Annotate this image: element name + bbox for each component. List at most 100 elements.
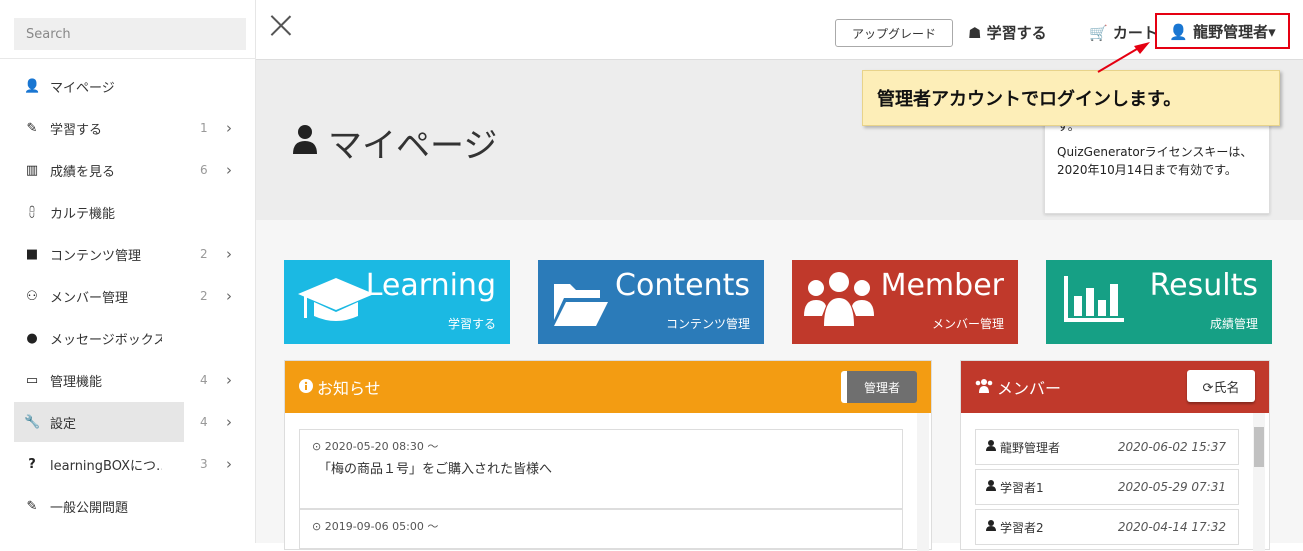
user-menu-button[interactable]: 👤 龍野管理者▾: [1155, 13, 1290, 49]
divider: [0, 58, 256, 59]
member-name: 学習者1: [1000, 480, 1044, 495]
tile-title: Contents: [615, 268, 750, 303]
user-icon: [986, 440, 996, 454]
sidebar-item-label: メッセージボックス: [50, 332, 162, 348]
bar-chart-icon: [1064, 276, 1124, 322]
nav-learn-link[interactable]: ☗ 学習する: [968, 22, 1047, 43]
notice-date: ⊙ 2020-05-20 08:30 ～: [312, 440, 439, 453]
sidebar-item-label: メンバー管理: [50, 290, 129, 306]
user-icon: [292, 124, 318, 161]
wrench-icon: 🔧: [24, 414, 41, 430]
member-name: 学習者2: [1000, 520, 1044, 535]
close-icon[interactable]: [270, 14, 292, 36]
member-last-login: 2020-06-02 15:37: [1117, 440, 1226, 454]
item-count: 3: [200, 457, 208, 471]
item-count: 4: [200, 373, 208, 387]
sidebar-item-mypage[interactable]: 👤 マイページ: [14, 66, 256, 106]
page-title-text: マイページ: [328, 126, 498, 166]
notice-date: ⊙ 2019-09-06 05:00 ～: [312, 520, 439, 533]
sidebar-item-label: 学習する: [50, 122, 103, 138]
sidebar-item-label: 管理機能: [50, 374, 103, 390]
question-icon: ?: [28, 456, 36, 472]
bar-chart-icon: ▥: [25, 162, 39, 178]
notice-scrollbar[interactable]: [917, 413, 929, 551]
chevron-right-icon: ›: [226, 245, 232, 263]
sidebar-item-karte[interactable]: ⩉ カルテ機能: [14, 192, 256, 232]
tile-title: Learning: [365, 268, 496, 303]
notice-title: 「梅の商品１号」をご購入された皆様へ: [318, 462, 553, 477]
sidebar-item-public[interactable]: ✎ 一般公開問題: [14, 486, 256, 526]
members-panel: メンバー ⟳氏名 龍野管理者 2020-06-02 15:37 学習者1 202…: [960, 360, 1270, 551]
annotation-callout: 管理者アカウントでログインします。: [862, 70, 1280, 126]
chevron-right-icon: ›: [226, 161, 232, 179]
callout-arrow: [1097, 42, 1150, 73]
pencil-icon: ✎: [26, 498, 38, 514]
sidebar-item-messages[interactable]: ● メッセージボックス: [14, 318, 256, 358]
tile-subtitle: 学習する: [447, 317, 496, 331]
chevron-right-icon: ›: [226, 371, 232, 389]
chevron-right-icon: ›: [226, 413, 232, 431]
admin-filter-toggle[interactable]: 管理者: [841, 371, 917, 403]
notice-item[interactable]: ⊙ 2020-05-20 08:30 ～ 「梅の商品１号」をご購入された皆様へ: [299, 429, 903, 509]
notice-panel-header: お知らせ 管理者: [285, 361, 931, 413]
members-panel-header: メンバー ⟳氏名: [961, 361, 1269, 413]
notice-panel-title: お知らせ: [317, 379, 381, 398]
tile-member[interactable]: Member メンバー管理: [792, 260, 1018, 344]
sidebar-item-results[interactable]: ▥ 成績を見る 6 ›: [14, 150, 256, 190]
upgrade-button[interactable]: アップグレード: [835, 19, 953, 47]
members-panel-title: メンバー: [997, 379, 1062, 398]
pencil-icon: ✎: [26, 120, 38, 136]
users-icon: [804, 272, 874, 326]
graduation-cap-icon: [298, 278, 374, 321]
sort-by-name-button[interactable]: ⟳氏名: [1187, 370, 1255, 402]
member-last-login: 2020-04-14 17:32: [1117, 520, 1226, 534]
desktop-icon: ▭: [25, 372, 39, 388]
tile-contents[interactable]: Contents コンテンツ管理: [538, 260, 764, 344]
sidebar-item-settings[interactable]: 🔧 設定 4 ›: [14, 402, 232, 442]
sidebar-item-members[interactable]: ⚇ メンバー管理 2 ›: [14, 276, 256, 316]
sidebar-item-contents[interactable]: ■ コンテンツ管理 2 ›: [14, 234, 256, 274]
sitemap-icon: ⩉: [29, 204, 35, 220]
tile-title: Results: [1149, 268, 1258, 303]
tile-learning[interactable]: Learning 学習する: [284, 260, 510, 344]
sidebar-item-label: コンテンツ管理: [50, 248, 142, 264]
user-icon: 👤: [24, 78, 41, 94]
tile-results[interactable]: Results 成績管理: [1046, 260, 1272, 344]
members-scrollbar[interactable]: [1253, 413, 1265, 551]
item-count: 2: [200, 247, 208, 261]
license-info: す。 QuizGeneratorライセンスキーは、2020年10月14日まで有効…: [1044, 112, 1270, 214]
tile-subtitle: コンテンツ管理: [665, 317, 750, 331]
users-icon: ⚇: [26, 288, 38, 304]
item-count: 6: [200, 163, 208, 177]
folder-open-icon: [554, 284, 608, 326]
main-content: Learning 学習する Contents コンテンツ管理 Member メン…: [256, 220, 1303, 551]
page-title: マイページ: [292, 118, 497, 167]
notice-item[interactable]: ⊙ 2019-09-06 05:00 ～: [299, 509, 903, 549]
sidebar-item-label: マイページ: [50, 80, 115, 96]
item-count: 2: [200, 289, 208, 303]
sidebar-item-admin[interactable]: ▭ 管理機能 4 ›: [14, 360, 256, 400]
user-icon: [986, 520, 996, 534]
folder-icon: ■: [25, 246, 39, 262]
sidebar-item-learn[interactable]: ✎ 学習する 1 ›: [14, 108, 256, 148]
item-count: 1: [200, 121, 208, 135]
chevron-right-icon: ›: [226, 287, 232, 305]
tile-subtitle: 成績管理: [1209, 317, 1258, 331]
sidebar-item-label: 設定: [50, 416, 77, 432]
sidebar-item-label: learningBOXにつ…: [50, 458, 162, 474]
member-row[interactable]: 学習者1 2020-05-29 07:31: [975, 469, 1239, 505]
search-input[interactable]: Search: [14, 18, 246, 50]
scrollbar-thumb[interactable]: [1254, 427, 1264, 467]
member-row[interactable]: 龍野管理者 2020-06-02 15:37: [975, 429, 1239, 465]
sidebar-item-label: 成績を見る: [50, 164, 116, 180]
user-icon: [986, 480, 996, 494]
member-name: 龍野管理者: [1000, 440, 1061, 455]
users-icon: [975, 378, 993, 397]
tile-title: Member: [880, 268, 1004, 303]
member-last-login: 2020-05-29 07:31: [1117, 480, 1226, 494]
sidebar-item-label: 一般公開問題: [50, 500, 129, 516]
license-text: QuizGeneratorライセンスキーは、2020年10月14日まで有効です。: [1057, 145, 1253, 177]
member-row[interactable]: 学習者2 2020-04-14 17:32: [975, 509, 1239, 545]
sidebar-item-about[interactable]: ? learningBOXにつ… 3 ›: [14, 444, 256, 484]
sidebar: Search 👤 マイページ ✎ 学習する 1 › ▥ 成績を見る 6 › ⩉ …: [0, 0, 256, 543]
